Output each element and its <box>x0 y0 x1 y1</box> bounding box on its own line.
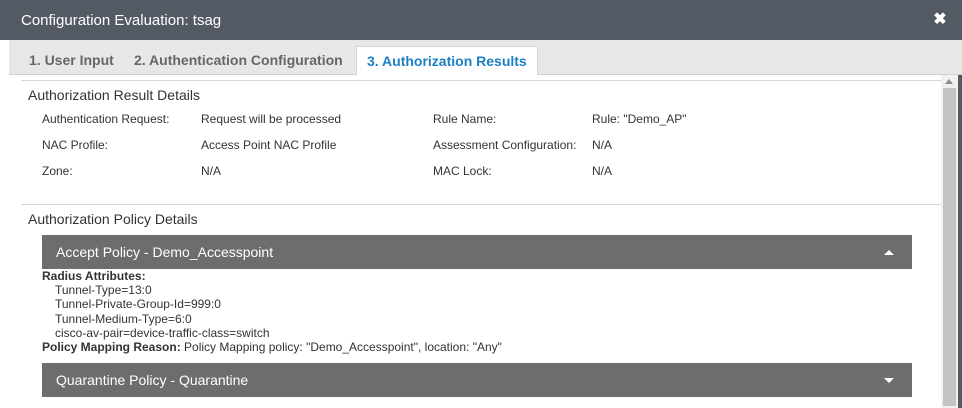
vertical-scrollbar[interactable] <box>941 75 958 408</box>
close-icon[interactable]: ✖ <box>932 12 948 28</box>
tab-user-input[interactable]: 1. User Input <box>29 46 114 75</box>
scroll-thumb[interactable] <box>943 88 956 406</box>
scroll-up-icon[interactable] <box>945 79 953 84</box>
dialog-left-margin <box>0 40 9 408</box>
accept-policy-header: Accept Policy - Demo_Accesspoint <box>56 244 274 260</box>
accept-policy-accordion[interactable]: Accept Policy - Demo_Accesspoint <box>42 235 912 269</box>
accept-policy-body: Radius Attributes: Tunnel-Type=13:0 Tunn… <box>42 269 922 354</box>
chevron-up-icon <box>884 250 894 255</box>
section-divider <box>21 204 941 205</box>
chevron-down-icon <box>884 378 894 383</box>
dialog-title: Configuration Evaluation: tsag <box>21 11 222 29</box>
top-divider <box>21 80 941 81</box>
zone-label: Zone: <box>42 164 73 178</box>
policy-details-title: Authorization Policy Details <box>28 211 198 227</box>
mac-lock-label: MAC Lock: <box>433 164 492 178</box>
tab-authentication-configuration[interactable]: 2. Authentication Configuration <box>134 46 343 75</box>
rule-name-label: Rule Name: <box>433 112 497 126</box>
mac-lock-value: N/A <box>592 164 613 178</box>
radius-attribute: Tunnel-Private-Group-Id=999:0 <box>55 297 221 312</box>
radius-attribute: Tunnel-Medium-Type=6:0 <box>55 311 192 326</box>
dialog-titlebar: Configuration Evaluation: tsag <box>0 0 962 40</box>
tab-authorization-results[interactable]: 3. Authorization Results <box>356 46 538 75</box>
tab-bar: 1. User Input 2. Authentication Configur… <box>9 40 962 75</box>
rule-name-value: Rule: "Demo_AP" <box>592 112 687 126</box>
policy-mapping-reason: Policy Mapping Reason: Policy Mapping po… <box>42 340 922 354</box>
auth-request-label: Authentication Request: <box>42 112 170 126</box>
policy-mapping-value: Policy Mapping policy: "Demo_Accesspoint… <box>184 340 502 355</box>
quarantine-policy-accordion[interactable]: Quarantine Policy - Quarantine <box>42 363 912 397</box>
zone-value: N/A <box>201 164 222 178</box>
assessment-config-value: N/A <box>592 138 613 152</box>
dialog-right-border <box>958 75 962 408</box>
assessment-config-label: Assessment Configuration: <box>433 138 577 152</box>
policy-mapping-label: Policy Mapping Reason: <box>42 340 181 355</box>
quarantine-policy-header: Quarantine Policy - Quarantine <box>56 372 249 388</box>
radius-attribute: Tunnel-Type=13:0 <box>55 283 152 298</box>
auth-request-value: Request will be processed <box>201 112 342 126</box>
result-details-title: Authorization Result Details <box>28 87 200 103</box>
radius-attributes-label: Radius Attributes: <box>42 269 146 283</box>
nac-profile-value: Access Point NAC Profile <box>201 138 337 152</box>
nac-profile-label: NAC Profile: <box>42 138 109 152</box>
authorization-results-panel: Authorization Result Details Authenticat… <box>9 75 941 408</box>
radius-attribute: cisco-av-pair=device-traffic-class=switc… <box>55 325 270 340</box>
